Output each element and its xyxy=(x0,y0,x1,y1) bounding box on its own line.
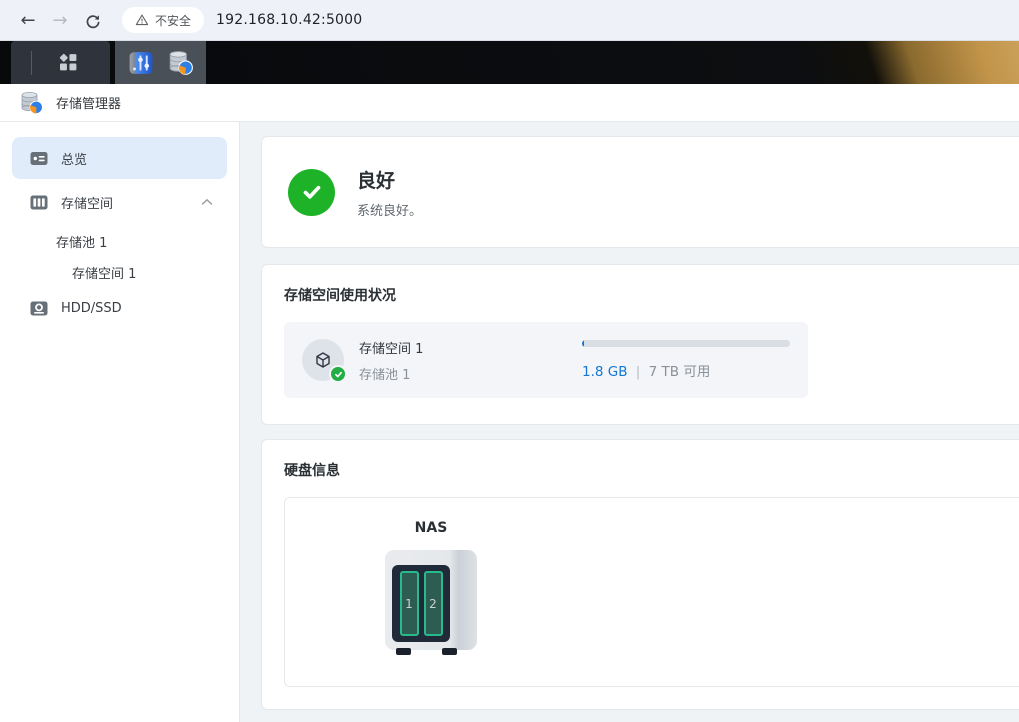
pool-name: 存储池 1 xyxy=(359,364,423,383)
disk-device-box: NAS 1 2 xyxy=(284,497,1019,687)
sidebar-item-volume-1[interactable]: 存储空间 1 xyxy=(0,257,239,287)
sidebar-item-label: 总览 xyxy=(61,149,213,168)
refresh-icon[interactable] xyxy=(76,4,108,36)
sidebar: 总览 存储空间 xyxy=(0,122,240,722)
device-label: NAS xyxy=(385,520,477,536)
security-chip-label: 不安全 xyxy=(155,12,191,29)
taskbar-divider xyxy=(31,51,32,75)
taskbar-open-apps-group xyxy=(115,41,206,84)
available-amount: 7 TB 可用 xyxy=(649,364,711,380)
status-title: 良好 xyxy=(357,166,422,193)
volume-icon xyxy=(302,339,344,381)
disk-info-card: 硬盘信息 NAS 1 2 xyxy=(261,439,1019,710)
bay-number: 2 xyxy=(429,597,437,611)
storage-manager-title-icon xyxy=(20,91,44,115)
usage-progress-bar xyxy=(582,340,790,347)
forward-icon: → xyxy=(44,4,76,36)
overview-icon xyxy=(30,151,48,166)
main-content: 良好 系统良好。 存储空间使用状况 xyxy=(240,122,1019,722)
sidebar-item-storage[interactable]: 存储空间 xyxy=(12,181,227,223)
window-title: 存储管理器 xyxy=(56,93,121,112)
sidebar-item-label: 存储池 1 xyxy=(56,232,107,251)
bay-number: 1 xyxy=(405,597,413,611)
usage-separator: | xyxy=(632,364,645,380)
volume-name: 存储空间 1 xyxy=(359,338,423,357)
address-url[interactable]: 192.168.10.42:5000 xyxy=(216,12,362,28)
sidebar-item-label: 存储空间 1 xyxy=(72,263,136,282)
drive-bay-1[interactable]: 1 xyxy=(400,571,419,636)
usage-card-header: 存储空间使用状况 xyxy=(284,285,1019,305)
taskbar-left-group xyxy=(11,41,110,84)
usage-progress-fill xyxy=(582,340,584,347)
hdd-icon xyxy=(30,301,48,316)
sidebar-item-label: HDD/SSD xyxy=(61,301,213,316)
health-status-card: 良好 系统良好。 xyxy=(261,136,1019,248)
browser-toolbar: ← → 不安全 192.168.10.42:5000 xyxy=(0,0,1019,41)
drive-bay-2[interactable]: 2 xyxy=(424,571,443,636)
chevron-up-icon[interactable] xyxy=(201,198,213,206)
sidebar-item-pool-1[interactable]: 存储池 1 xyxy=(0,225,239,257)
control-panel-icon[interactable] xyxy=(128,50,154,76)
sidebar-item-label: 存储空间 xyxy=(61,193,201,212)
volume-usage-card: 存储空间使用状况 xyxy=(261,264,1019,425)
disk-card-header: 硬盘信息 xyxy=(284,460,1019,480)
used-amount: 1.8 GB xyxy=(582,364,627,380)
nas-foot xyxy=(442,648,457,655)
nas-front-panel: 1 2 xyxy=(392,565,450,642)
main-menu-icon[interactable] xyxy=(58,52,79,73)
nas-foot xyxy=(396,648,411,655)
storage-bays-icon xyxy=(30,195,48,210)
security-chip[interactable]: 不安全 xyxy=(122,7,204,33)
storage-manager-taskbar-icon[interactable] xyxy=(168,50,194,76)
status-subtitle: 系统良好。 xyxy=(357,200,422,219)
back-icon[interactable]: ← xyxy=(12,4,44,36)
screen: ← → 不安全 192.168.10.42:5000 xyxy=(0,0,1019,722)
healthy-check-icon xyxy=(288,169,335,216)
dsm-desktop xyxy=(0,41,1019,84)
storage-manager-window: 存储管理器 总览 xyxy=(0,84,1019,722)
sidebar-item-overview[interactable]: 总览 xyxy=(12,137,227,179)
sidebar-item-hdd-ssd[interactable]: HDD/SSD xyxy=(12,287,227,329)
nas-illustration: 1 2 xyxy=(385,550,477,650)
volume-row[interactable]: 存储空间 1 存储池 1 1.8 GB | 7 TB 可用 xyxy=(284,322,808,398)
usage-text: 1.8 GB | 7 TB 可用 xyxy=(582,360,790,380)
volume-healthy-badge-icon xyxy=(329,365,347,383)
warning-icon xyxy=(135,13,149,27)
window-titlebar[interactable]: 存储管理器 xyxy=(0,84,1019,122)
